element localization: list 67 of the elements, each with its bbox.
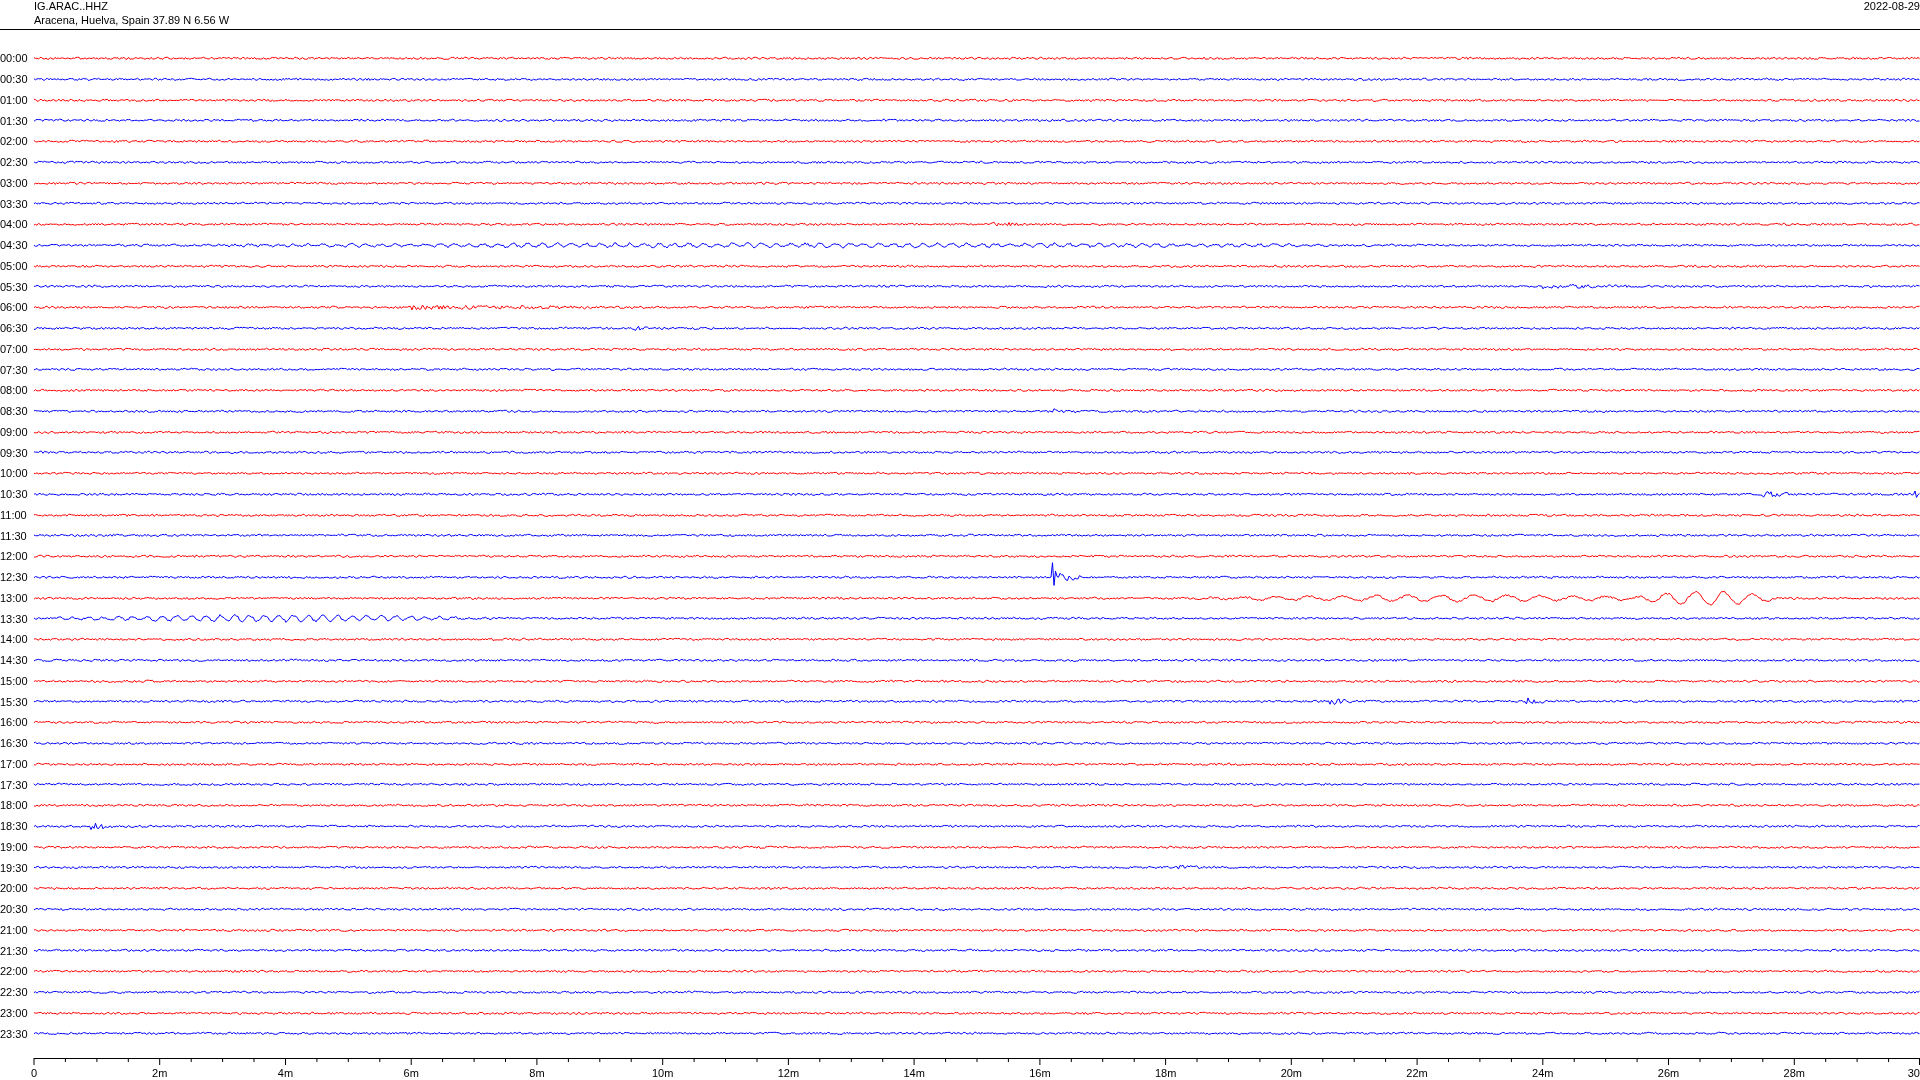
tick-label: 18m [1154,1067,1177,1079]
station-location: Aracena, Huelva, Spain 37.89 N 6.56 W [34,14,230,26]
tick-label: 28m [1783,1067,1805,1079]
time-label: 02:30 [0,156,29,169]
time-label: 09:00 [0,425,29,438]
time-label: 06:30 [0,322,29,335]
date-label: 2022-08-29 [1863,0,1920,12]
time-label: 15:30 [0,695,29,708]
time-label: 00:00 [0,52,29,65]
time-label: 01:30 [0,114,29,127]
time-label: 22:00 [0,965,29,978]
time-label: 13:00 [0,591,29,604]
time-label: 04:30 [0,239,29,252]
time-label: 12:30 [0,571,29,584]
time-label: 05:00 [0,259,29,272]
time-label: 10:00 [0,467,29,480]
time-label: 18:30 [0,820,29,833]
time-label: 16:30 [0,737,29,750]
time-label: 17:00 [0,757,29,770]
time-label: 11:00 [0,508,28,521]
time-label: 05:30 [0,280,29,293]
time-label: 19:30 [0,861,29,874]
time-label: 18:00 [0,799,29,812]
tick-label: 4m [277,1067,294,1079]
time-label: 03:00 [0,176,29,189]
time-label: 08:00 [0,384,29,397]
tick-label: 14m [903,1067,925,1079]
time-label: 06:00 [0,301,29,314]
tick-label: 26m [1657,1067,1680,1079]
time-label: 22:30 [0,986,29,999]
time-label: 14:30 [0,654,29,667]
tick-label: 10m [651,1067,674,1079]
tick-label: 20m [1280,1067,1303,1079]
time-label: 09:30 [0,446,29,459]
time-label: 19:00 [0,840,29,853]
time-label: 08:30 [0,405,29,418]
station-title: IG.ARAC..HHZ [34,0,108,12]
time-label: 23:30 [0,1027,29,1040]
time-label: 13:30 [0,612,29,625]
tick-label: 2m [152,1067,168,1079]
tick-label: 24m [1532,1067,1554,1079]
tick-label: 30 [1907,1067,1920,1079]
tick-label: 0 [31,1067,38,1079]
time-label: 00:30 [0,73,29,86]
time-label: 02:00 [0,135,29,148]
tick-label: 8m [529,1067,545,1079]
tick-label: 22m [1406,1067,1428,1079]
time-label: 15:00 [0,674,29,687]
time-label: 11:30 [0,529,28,542]
time-label: 16:00 [0,716,29,729]
tick-label: 12m [777,1067,800,1079]
tick-label: 16m [1029,1067,1051,1079]
time-label: 12:00 [0,550,29,563]
time-label: 04:00 [0,218,29,231]
time-label: 07:00 [0,342,29,355]
time-label: 21:00 [0,923,29,936]
time-label: 14:00 [0,633,29,646]
tick-label: 6m [403,1067,419,1079]
time-label: 10:30 [0,488,29,501]
time-label: 17:30 [0,778,29,791]
time-label: 20:00 [0,882,29,895]
time-label: 23:00 [0,1006,29,1019]
time-label: 01:00 [0,93,29,106]
time-label: 07:30 [0,363,29,376]
time-label: 21:30 [0,944,29,957]
time-label: 20:30 [0,903,29,916]
time-label: 03:30 [0,197,29,210]
